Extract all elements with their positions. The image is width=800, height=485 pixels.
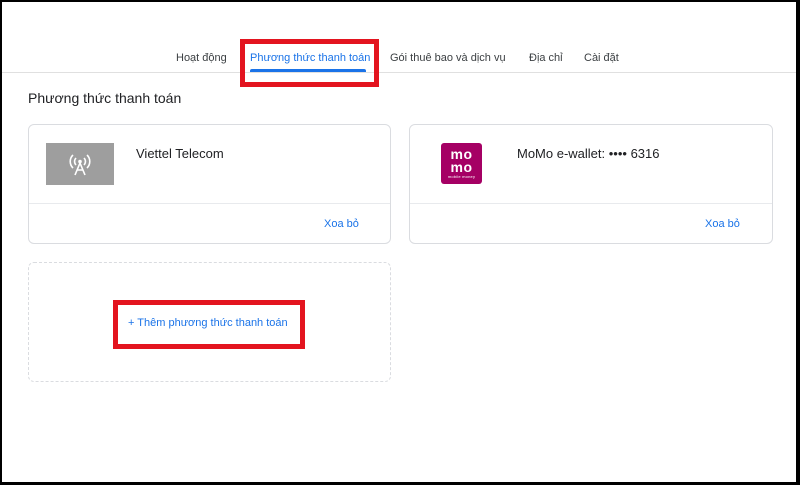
payment-card-viettel: Viettel Telecom Xoa bỏ xyxy=(28,124,391,244)
tab-subscriptions[interactable]: Gói thuê bao và dịch vụ xyxy=(390,52,506,64)
payment-method-name: MoMo e-wallet: •••• 6316 xyxy=(517,146,660,161)
remove-viettel-button[interactable]: Xoa bỏ xyxy=(324,218,359,230)
momo-logo-text: mo xyxy=(450,159,473,175)
tab-highlight-box xyxy=(240,39,379,87)
section-title: Phương thức thanh toán xyxy=(28,90,182,106)
card-divider xyxy=(29,203,390,204)
payment-method-name: Viettel Telecom xyxy=(136,146,224,161)
momo-logo: mo mo mobile money xyxy=(441,143,482,184)
tab-activity[interactable]: Hoạt động xyxy=(176,52,227,64)
payment-methods-page: Hoạt động Phương thức thanh toán Gói thu… xyxy=(2,2,796,482)
tab-bar: Hoạt động Phương thức thanh toán Gói thu… xyxy=(2,2,796,73)
tab-settings[interactable]: Cài đặt xyxy=(584,52,619,64)
card-divider xyxy=(410,203,772,204)
cell-tower-icon xyxy=(46,143,114,185)
tab-addresses[interactable]: Địa chỉ xyxy=(529,52,563,64)
remove-momo-button[interactable]: Xoa bỏ xyxy=(705,218,740,230)
add-button-highlight-box xyxy=(113,300,305,349)
payment-card-momo: mo mo mobile money MoMo e-wallet: •••• 6… xyxy=(409,124,773,244)
momo-logo-subtext: mobile money xyxy=(447,174,476,179)
